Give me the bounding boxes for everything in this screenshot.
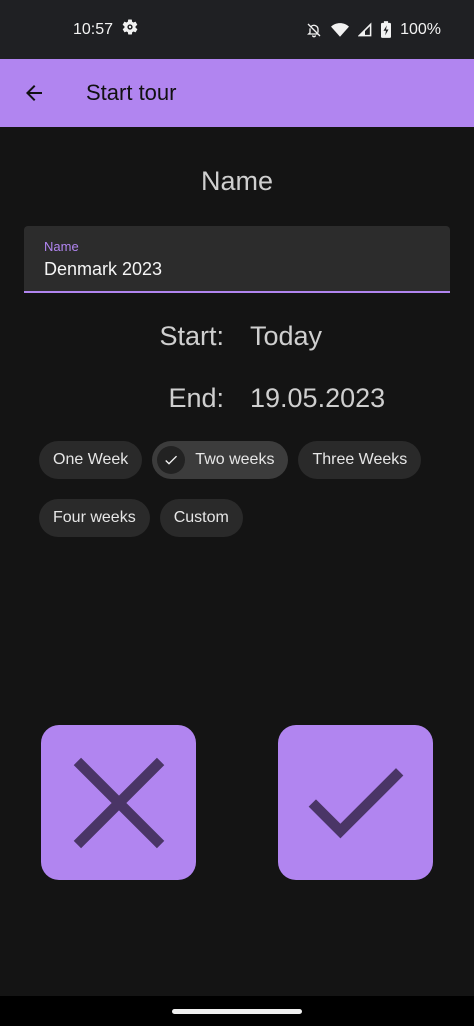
start-label: Start: bbox=[159, 321, 224, 351]
chip-three-weeks[interactable]: Three Weeks bbox=[298, 441, 422, 479]
arrow-back-icon bbox=[26, 85, 42, 101]
notifications-off-icon bbox=[306, 21, 322, 39]
status-left: 10:57 bbox=[73, 18, 139, 41]
battery-charging-icon bbox=[381, 21, 392, 38]
signal-icon bbox=[358, 22, 372, 38]
end-row: End: 19.05.2023 bbox=[0, 383, 474, 423]
name-field[interactable]: Name Denmark 2023 bbox=[24, 226, 450, 293]
back-button[interactable] bbox=[8, 67, 60, 119]
name-heading: Name bbox=[200, 166, 274, 196]
chip-custom[interactable]: Custom bbox=[159, 499, 243, 537]
start-value[interactable]: Today bbox=[250, 321, 322, 352]
chip-one-week[interactable]: One Week bbox=[39, 441, 143, 479]
end-label: End: bbox=[168, 383, 224, 413]
chip-label: One Week bbox=[53, 451, 129, 468]
home-handle[interactable] bbox=[172, 1009, 302, 1014]
chip-four-weeks[interactable]: Four weeks bbox=[39, 499, 150, 537]
start-row: Start: Today bbox=[0, 321, 474, 361]
confirm-button[interactable] bbox=[278, 725, 433, 880]
chip-label: Three Weeks bbox=[312, 451, 408, 468]
duration-chips-row-2: Four weeks Custom bbox=[39, 499, 243, 537]
chip-label: Two weeks bbox=[195, 451, 275, 468]
status-time: 10:57 bbox=[73, 20, 114, 38]
check-icon bbox=[157, 446, 186, 474]
app-bar: Start tour bbox=[0, 59, 474, 127]
status-bar: 10:57 100% bbox=[0, 0, 474, 59]
check-icon bbox=[308, 767, 403, 838]
duration-chips-row-1: One Week Two weeks Three Weeks bbox=[39, 441, 422, 479]
battery-percent: 100% bbox=[400, 20, 441, 38]
chip-two-weeks[interactable]: Two weeks bbox=[152, 441, 289, 479]
wifi-icon bbox=[331, 22, 350, 38]
page-title: Start tour bbox=[86, 80, 177, 105]
chip-label: Custom bbox=[173, 509, 229, 526]
name-field-label: Name bbox=[44, 239, 79, 254]
status-right: 100% bbox=[306, 21, 441, 39]
chip-label: Four weeks bbox=[53, 509, 136, 526]
settings-icon bbox=[121, 18, 139, 41]
cancel-button[interactable] bbox=[41, 725, 196, 880]
close-icon bbox=[73, 757, 164, 848]
end-value[interactable]: 19.05.2023 bbox=[250, 383, 385, 414]
navigation-bar bbox=[0, 996, 474, 1026]
name-field-value[interactable]: Denmark 2023 bbox=[44, 259, 162, 280]
